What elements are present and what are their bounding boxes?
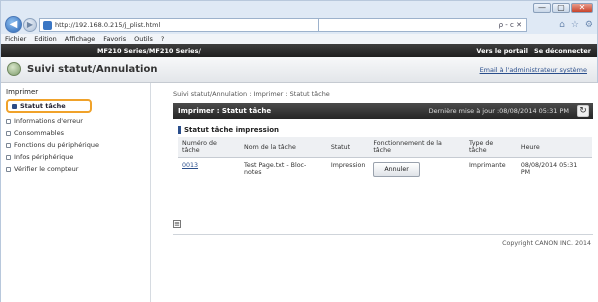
divider <box>173 234 593 235</box>
tools-icon[interactable]: ⚙ <box>585 20 593 30</box>
menu-affichage[interactable]: Affichage <box>65 35 96 43</box>
printer-name: MF210 Series/MF210 Series/ <box>97 47 201 55</box>
printer-bar-links: Vers le portail Se déconnecter <box>476 47 591 55</box>
window-controls: — ▢ ✕ <box>533 3 593 13</box>
status-monitor-icon <box>7 62 21 76</box>
section-title: Statut tâche impression <box>178 126 279 134</box>
menu-edition[interactable]: Edition <box>34 35 57 43</box>
job-number-link[interactable]: 0013 <box>178 158 240 186</box>
job-type: Imprimante <box>468 162 506 169</box>
sidebar-item-label: Consommables <box>14 129 64 137</box>
refresh-icon[interactable]: ↻ <box>577 105 589 117</box>
column-header: Heure <box>516 137 592 158</box>
close-icon[interactable]: ✕ <box>571 3 593 13</box>
menu-fichier[interactable]: Fichier <box>5 35 26 43</box>
sidebar-item-job-status[interactable]: Statut tâche <box>6 99 92 113</box>
job-status: Impression <box>330 162 366 169</box>
maximize-icon[interactable]: ▢ <box>552 3 570 13</box>
last-update: Dernière mise à jour :08/08/2014 05:31 P… <box>428 107 569 115</box>
bullet-icon <box>6 166 11 172</box>
sidebar-list: Statut tâche Informations d'erreur Conso… <box>6 99 146 175</box>
sidebar-item-label: Infos périphérique <box>14 153 74 161</box>
bullet-icon <box>6 118 11 124</box>
table-row: 0013 Test Page.txt - Bloc-notes Impressi… <box>178 158 592 186</box>
logout-link[interactable]: Se déconnecter <box>534 47 591 55</box>
minimize-icon[interactable]: — <box>533 3 551 13</box>
back-button[interactable]: ◀ <box>5 16 22 33</box>
sidebar-item-device-info[interactable]: Infos périphérique <box>6 151 146 163</box>
toolbar-icons: ⌂ ☆ ⚙ <box>527 18 593 32</box>
sidebar-item-error-info[interactable]: Informations d'erreur <box>6 115 146 127</box>
printer-bar: MF210 Series/MF210 Series/ Vers le porta… <box>1 44 597 57</box>
title-bar: — ▢ ✕ <box>1 1 597 15</box>
column-header: Numéro de tâche <box>178 137 241 158</box>
column-header: Statut <box>326 137 370 158</box>
menu-bar: Fichier Edition Affichage Favoris Outils… <box>1 34 597 44</box>
menu-outils[interactable]: Outils <box>134 35 153 43</box>
browser-window: — ▢ ✕ ◀ ▶ http://192.168.0.215/j_plist.h… <box>0 0 598 302</box>
table-header-row: Numéro de tâche Nom de la tâche Statut F… <box>178 137 592 158</box>
page-header: Suivi statut/Annulation Email à l'admini… <box>1 57 597 83</box>
portal-link[interactable]: Vers le portail <box>476 47 528 55</box>
breadcrumb: Suivi statut/Annulation : Imprimer : Sta… <box>173 90 330 98</box>
cancel-button[interactable]: Annuler <box>373 162 420 177</box>
column-header: Fonctionnement de la tâche <box>369 137 465 158</box>
home-icon[interactable]: ⌂ <box>559 20 565 30</box>
bullet-icon <box>12 103 17 109</box>
column-header: Nom de la tâche <box>240 137 327 158</box>
sidebar-item-consumables[interactable]: Consommables <box>6 127 146 139</box>
menu-favoris[interactable]: Favoris <box>103 35 126 43</box>
sidebar-section-title[interactable]: Imprimer <box>6 88 38 96</box>
address-bar[interactable]: http://192.168.0.215/j_plist.html <box>39 18 319 32</box>
menu-help[interactable]: ? <box>161 35 164 43</box>
sidebar-item-label: Statut tâche <box>20 102 66 110</box>
sidebar-item-check-counter[interactable]: Vérifier le compteur <box>6 163 146 175</box>
page-title: Suivi statut/Annulation <box>27 64 158 75</box>
site-icon <box>43 20 52 30</box>
column-header: Type de tâche <box>464 137 517 158</box>
forward-button[interactable]: ▶ <box>23 18 37 32</box>
copyright: Copyright CANON INC. 2014 <box>502 240 591 247</box>
job-status-table: Numéro de tâche Nom de la tâche Statut F… <box>178 137 592 186</box>
address-url: http://192.168.0.215/j_plist.html <box>55 21 161 29</box>
navigation-bar: ◀ ▶ http://192.168.0.215/j_plist.html ρ … <box>1 15 597 34</box>
expand-icon[interactable]: ≡ <box>173 220 181 228</box>
content-title-bar: Imprimer : Statut tâche Dernière mise à … <box>173 103 593 119</box>
sidebar-item-device-functions[interactable]: Fonctions du périphérique <box>6 139 146 151</box>
sidebar: Imprimer Statut tâche Informations d'err… <box>1 83 151 302</box>
content-title: Imprimer : Statut tâche <box>178 107 272 115</box>
sidebar-item-label: Fonctions du périphérique <box>14 141 99 149</box>
bullet-icon <box>6 142 11 148</box>
job-name: Test Page.txt - Bloc-notes <box>244 162 307 176</box>
sidebar-item-label: Vérifier le compteur <box>14 165 79 173</box>
bullet-icon <box>6 154 11 160</box>
bullet-icon <box>6 130 11 136</box>
favorites-icon[interactable]: ☆ <box>571 20 579 30</box>
email-admin-link[interactable]: Email à l'administrateur système <box>480 66 587 74</box>
job-action-cell: Annuler <box>369 158 465 186</box>
main-content: Suivi statut/Annulation : Imprimer : Sta… <box>151 83 598 302</box>
sidebar-item-label: Informations d'erreur <box>14 117 83 125</box>
job-time: 08/08/2014 05:31 PM <box>520 162 578 176</box>
address-actions[interactable]: ρ - c ✕ <box>319 18 527 32</box>
